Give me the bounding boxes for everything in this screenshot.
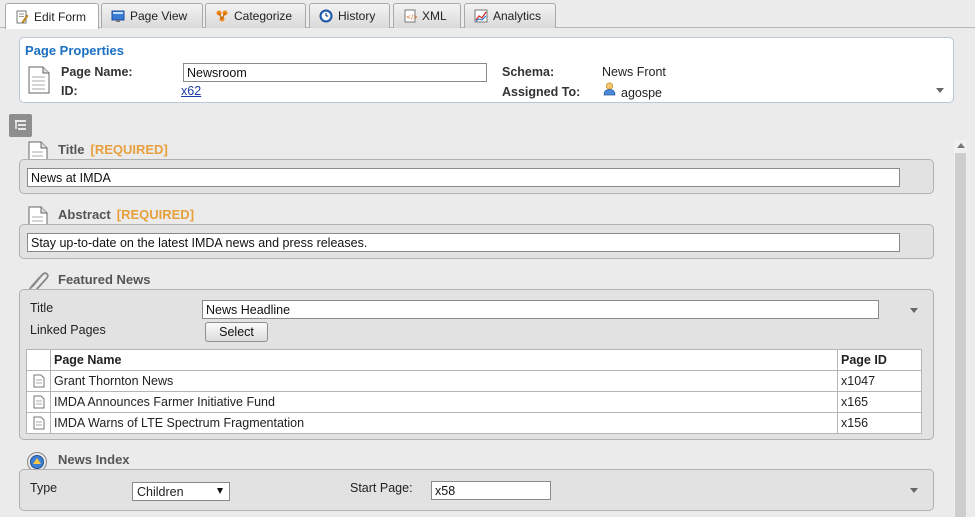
chevron-down-icon[interactable]	[936, 88, 944, 93]
linked-pages-label: Linked Pages	[30, 323, 106, 337]
page-icon	[27, 416, 50, 430]
abstract-input[interactable]	[27, 233, 900, 252]
chevron-down-icon[interactable]	[910, 308, 918, 313]
table-row[interactable]: IMDA Warns of LTE Spectrum Fragmentation…	[26, 412, 922, 434]
user-icon	[603, 82, 616, 99]
start-page-input[interactable]	[431, 481, 551, 500]
start-page-label: Start Page:	[350, 481, 413, 495]
icon-column-header	[26, 349, 51, 371]
type-select[interactable]: Children	[132, 482, 230, 501]
chevron-down-icon	[217, 488, 223, 494]
scroll-up-arrow-icon[interactable]	[957, 143, 965, 148]
select-button[interactable]: Select	[205, 322, 268, 342]
document-icon	[28, 66, 50, 94]
tab-label: XML	[422, 9, 447, 23]
page-name-cell: Grant Thornton News	[50, 370, 838, 392]
abstract-section-header: Abstract [REQUIRED]	[58, 207, 194, 222]
page-id-cell: x1047	[837, 370, 922, 392]
collapse-toggle-button[interactable]	[9, 114, 32, 137]
tab-label: Analytics	[493, 9, 542, 23]
table-header-row: Page Name Page ID	[26, 349, 922, 371]
tab-label: Edit Form	[34, 9, 87, 24]
featured-title-label: Title	[30, 301, 54, 315]
tab-xml[interactable]: </> XML	[393, 3, 461, 28]
svg-text:</>: </>	[406, 14, 417, 21]
table-row[interactable]: Grant Thornton News x1047	[26, 370, 922, 392]
tab-history[interactable]: History	[309, 3, 390, 28]
schema-value: News Front	[602, 65, 666, 79]
featured-news-header: Featured News	[58, 272, 150, 287]
linked-pages-table: Page Name Page ID Grant Thornton News x1…	[26, 349, 922, 434]
type-label: Type	[30, 481, 58, 495]
required-badge: [REQUIRED]	[90, 142, 168, 157]
page-id-link[interactable]: x62	[181, 84, 201, 98]
scrollbar-thumb[interactable]	[955, 153, 966, 517]
page-name-label: Page Name:	[61, 65, 133, 79]
column-header-page-name[interactable]: Page Name	[50, 349, 838, 371]
tab-page-view[interactable]: Page View	[101, 3, 203, 28]
table-row[interactable]: IMDA Announces Farmer Initiative Fund x1…	[26, 391, 922, 413]
page-name-input[interactable]	[183, 63, 487, 82]
tab-label: Page View	[130, 9, 188, 23]
tab-bar: Edit Form Page View Categorize History <…	[0, 0, 975, 29]
page-properties-panel: Page Properties Page Name: ID: x62 Schem…	[19, 37, 954, 103]
featured-title-input[interactable]	[202, 300, 879, 319]
featured-news-label: Featured News	[58, 272, 151, 287]
page-id-cell: x156	[837, 412, 922, 434]
title-section-header: Title [REQUIRED]	[58, 142, 168, 157]
assigned-to-label: Assigned To:	[502, 85, 581, 99]
schema-label: Schema:	[502, 65, 555, 79]
assigned-to-value: agospe	[621, 86, 663, 100]
history-icon	[319, 9, 333, 23]
title-input[interactable]	[27, 168, 900, 187]
news-index-header: News Index	[58, 452, 130, 467]
edit-form-icon	[15, 10, 29, 24]
column-header-page-id[interactable]: Page ID	[837, 349, 922, 371]
page-properties-title: Page Properties	[25, 43, 124, 58]
tab-analytics[interactable]: Analytics	[464, 3, 556, 28]
chart-icon	[474, 9, 488, 23]
categorize-icon	[215, 9, 229, 23]
tab-label: Categorize	[234, 9, 293, 23]
abstract-section-label: Abstract	[58, 207, 111, 222]
id-label: ID:	[61, 84, 78, 98]
tab-categorize[interactable]: Categorize	[205, 3, 306, 28]
xml-icon: </>	[403, 9, 418, 23]
type-select-value: Children	[137, 485, 184, 499]
tab-label: History	[338, 9, 376, 23]
news-index-label: News Index	[58, 452, 130, 467]
page-name-cell: IMDA Announces Farmer Initiative Fund	[50, 391, 838, 413]
page-icon	[27, 374, 50, 388]
tree-collapse-icon	[15, 120, 26, 130]
monitor-icon	[111, 9, 125, 23]
title-section-label: Title	[58, 142, 85, 157]
page-id-cell: x165	[837, 391, 922, 413]
page-name-cell: IMDA Warns of LTE Spectrum Fragmentation	[50, 412, 838, 434]
page-icon	[27, 395, 50, 409]
chevron-down-icon[interactable]	[910, 488, 918, 493]
tab-edit-form[interactable]: Edit Form	[5, 3, 99, 29]
required-badge: [REQUIRED]	[116, 207, 195, 222]
